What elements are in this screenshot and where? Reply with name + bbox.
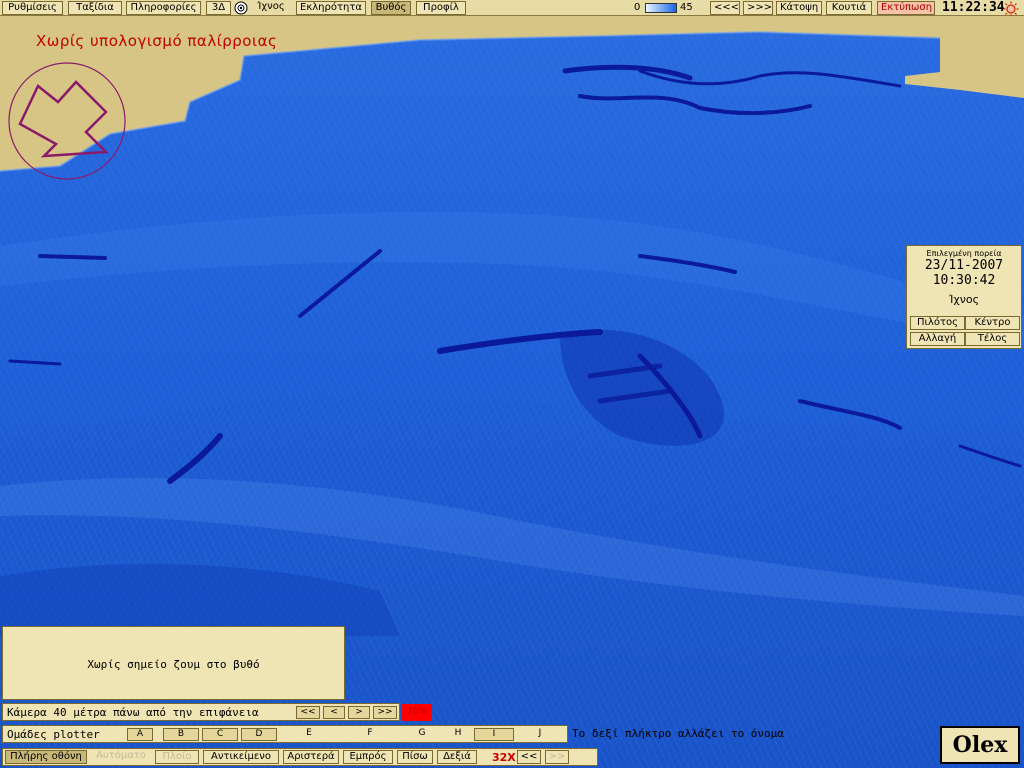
track-panel-title: Επιλεγμένη πορεία: [926, 249, 1002, 258]
menu-track[interactable]: Ίχνος: [250, 1, 292, 15]
plotter-group-f[interactable]: F: [341, 728, 399, 741]
camera-rewind-button[interactable]: <<: [296, 706, 320, 719]
heading-arrow-icon: [18, 80, 109, 158]
direction-compass[interactable]: [6, 60, 130, 180]
menu-info[interactable]: Πληροφορίες: [126, 1, 201, 15]
plan-view-button[interactable]: Κάτοψη: [776, 1, 822, 15]
plotter-group-a[interactable]: A: [127, 728, 153, 741]
forward-move-button[interactable]: Εμπρός: [343, 750, 393, 764]
selected-track-panel: Επιλεγμένη πορεία 23/11-2007 10:30:42 Ίχ…: [906, 245, 1022, 349]
info-panel-text: Χωρίς σημείο ζουμ στο βυθό: [87, 658, 260, 671]
pilot-button[interactable]: Πιλότος: [910, 316, 965, 330]
back-button[interactable]: <<<: [710, 1, 740, 15]
plotter-groups-row: Ομάδες plotter A B C D E F G H I J: [2, 725, 568, 743]
target-icon[interactable]: [234, 1, 248, 15]
plotter-groups-label: Ομάδες plotter: [7, 728, 100, 741]
fast-forward-button[interactable]: >>: [545, 750, 569, 764]
bottom-toolbar: Πλήρης οθόνη Αυτόματο Πλοίο Αντικείμενο …: [2, 748, 598, 766]
plotter-group-h[interactable]: H: [445, 728, 471, 741]
camera-step-back-button[interactable]: <: [323, 706, 345, 719]
track-mode: Ίχνος: [948, 293, 980, 306]
right-button[interactable]: Δεξιά: [437, 750, 477, 764]
depth-scale-max: 45: [680, 2, 693, 13]
center-button[interactable]: Κέντρο: [965, 316, 1020, 330]
fullscreen-button[interactable]: Πλήρης οθόνη: [5, 750, 87, 764]
clock: 11:22:34: [942, 0, 1005, 15]
camera-row: Κάμερα 40 μέτρα πάνω από την επιφάνεια <…: [2, 703, 400, 721]
boat-button[interactable]: Πλοίο: [155, 750, 199, 764]
menu-profile[interactable]: Προφίλ: [416, 1, 466, 15]
track-date: 23/11-2007: [924, 258, 1004, 273]
rewind-button[interactable]: <<: [517, 750, 541, 764]
plotter-group-b[interactable]: B: [163, 728, 199, 741]
auto-button[interactable]: Αυτόματο: [91, 750, 151, 764]
depth-scale-min: 0: [634, 2, 641, 13]
tide-warning-label: Χωρίς υπολογισμό παλίρροιας: [36, 32, 278, 50]
forward-button[interactable]: >>>: [743, 1, 773, 15]
end-button[interactable]: Τέλος: [965, 332, 1020, 346]
info-panel: Χωρίς σημείο ζουμ στο βυθό: [2, 626, 345, 700]
object-button[interactable]: Αντικείμενο: [203, 750, 279, 764]
camera-step-forward-button[interactable]: >: [348, 706, 370, 719]
menu-trips[interactable]: Ταξίδια: [68, 1, 122, 15]
print-button[interactable]: Εκτύπωση: [877, 1, 935, 15]
change-button[interactable]: Αλλαγή: [910, 332, 965, 346]
zoom-indicator[interactable]: 70%: [402, 704, 432, 721]
camera-fast-forward-button[interactable]: >>: [373, 706, 397, 719]
back-move-button[interactable]: Πίσω: [397, 750, 433, 764]
plotter-group-i[interactable]: I: [474, 728, 514, 741]
menu-depth[interactable]: Βυθός: [371, 1, 411, 15]
left-button[interactable]: Αριστερά: [283, 750, 339, 764]
plotter-group-g[interactable]: G: [402, 728, 442, 741]
track-time: 10:30:42: [932, 273, 996, 288]
camera-height-label: Κάμερα 40 μέτρα πάνω από την επιφάνεια: [7, 706, 259, 719]
plotter-rename-hint: Το δεξί πλήκτρο αλλάζει το όνομα: [572, 727, 784, 740]
plotter-group-e[interactable]: E: [280, 728, 338, 741]
speed-label: 32X: [492, 751, 516, 764]
menu-print-area[interactable]: Εκληρότητα: [296, 1, 366, 15]
plotter-group-d[interactable]: D: [241, 728, 277, 741]
plotter-group-j[interactable]: J: [517, 728, 563, 741]
sun-icon[interactable]: [1003, 1, 1019, 17]
top-menu-bar: Ρυθμίσεις Ταξίδια Πληροφορίες 3Δ Ίχνος Ε…: [0, 0, 1024, 17]
depth-scale-bar: [645, 3, 677, 13]
boxes-button[interactable]: Κουτιά: [826, 1, 872, 15]
plotter-group-c[interactable]: C: [202, 728, 238, 741]
menu-settings[interactable]: Ρυθμίσεις: [2, 1, 63, 15]
olex-logo: Olex: [940, 726, 1020, 764]
menu-3d[interactable]: 3Δ: [206, 1, 231, 15]
